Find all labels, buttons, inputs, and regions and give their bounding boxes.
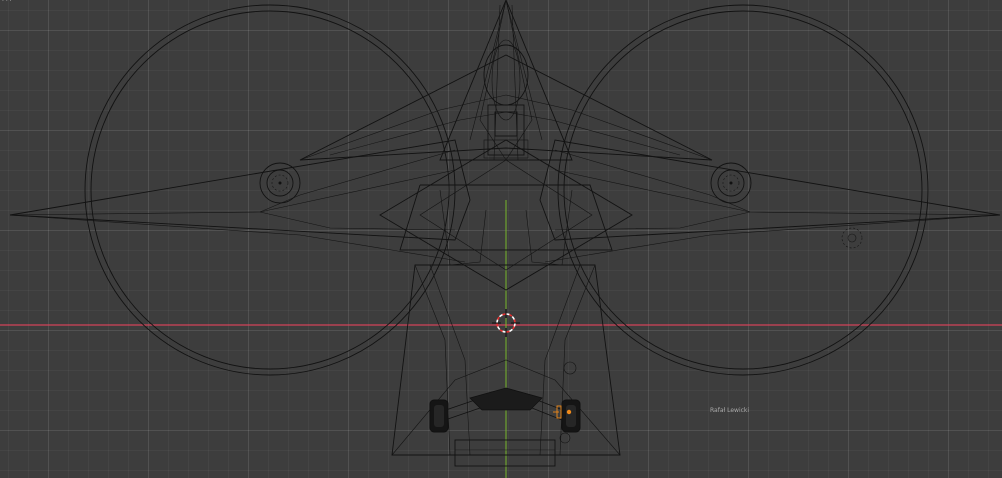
selected-object-origin [566, 409, 572, 415]
rotor-left [84, 4, 456, 376]
object-name-label: Rafał Lewicki [710, 407, 750, 414]
hub-right [710, 162, 752, 204]
aircraft-wireframe [9, 0, 1001, 467]
selected-object [553, 405, 562, 419]
wheel-right [561, 399, 581, 433]
wireframe-canvas [0, 0, 1002, 478]
empty-object [841, 227, 863, 249]
wing-left [9, 139, 471, 263]
3d-viewport[interactable]: · · · Rafał Lewicki [0, 0, 1002, 478]
hub-left [259, 162, 301, 204]
engine-block [483, 104, 529, 159]
wheel-left [429, 399, 449, 433]
canard [299, 54, 713, 161]
rotor-right [557, 4, 929, 376]
landing-gear [439, 387, 569, 421]
